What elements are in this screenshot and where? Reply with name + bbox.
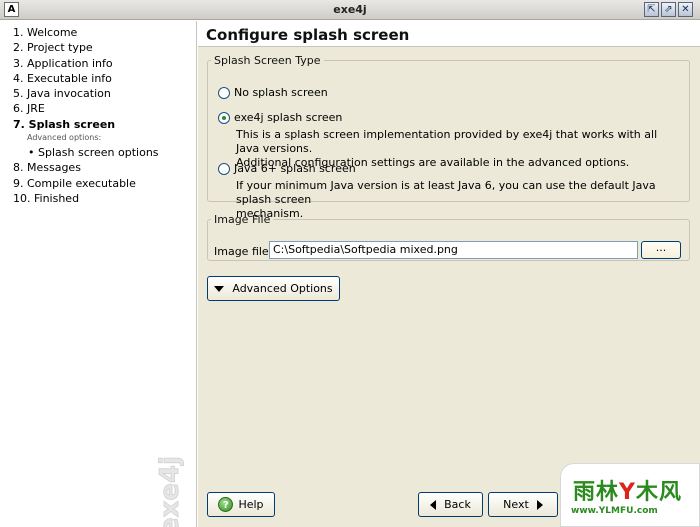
radio-exe4j-splash[interactable] <box>218 111 230 124</box>
step-messages: 8. Messages <box>13 161 81 175</box>
advanced-options-caption: Advanced options: <box>27 133 102 143</box>
site-watermark-logo: 雨林Y木风 www.YLMFU.com <box>560 463 700 527</box>
step-splash-screen-options[interactable]: • Splash screen options <box>0 145 196 160</box>
wizard-steps-sidebar: 1. Welcome 2. Project type 3. Applicatio… <box>0 21 197 527</box>
help-button[interactable]: ? Help <box>207 492 275 517</box>
image-file-input[interactable]: C:\Softpedia\Softpedia mixed.png <box>269 241 638 259</box>
exe4j-splash-option[interactable]: exe4j splash screen <box>218 111 342 124</box>
page-header: Configure splash screen <box>198 21 700 47</box>
java6-desc-line1: If your minimum Java version is at least… <box>236 179 656 206</box>
radio-no-splash[interactable] <box>218 86 230 99</box>
back-label: Back <box>444 498 471 511</box>
step-executable-info: 4. Executable info <box>13 71 112 85</box>
site-logo-text: 雨林Y木风 <box>573 474 682 506</box>
no-splash-label: No splash screen <box>234 86 328 99</box>
step-application-info: 3. Application info <box>13 56 113 70</box>
step-java-invocation: 5. Java invocation <box>13 87 111 101</box>
exe4j-splash-label: exe4j splash screen <box>234 111 343 124</box>
java6-splash-label: Java 6+ splash screen <box>234 162 356 175</box>
next-label: Next <box>503 498 529 511</box>
close-icon[interactable]: ✕ <box>678 2 693 17</box>
next-button[interactable]: Next <box>488 492 558 517</box>
site-logo-part1: 雨林 <box>573 480 620 505</box>
advanced-options-label: Advanced Options <box>232 282 333 295</box>
step-welcome: 1. Welcome <box>13 26 78 39</box>
svg-text:exe4j: exe4j <box>155 456 185 527</box>
back-button[interactable]: Back <box>418 492 483 517</box>
no-splash-option[interactable]: No splash screen <box>218 86 328 99</box>
step-splash-screen: 7. Splash screen <box>13 117 116 131</box>
site-logo-url: www.YLMFU.com <box>571 506 658 516</box>
step-jre: 6. JRE <box>13 102 45 116</box>
site-logo-part2: 木风 <box>635 480 682 505</box>
splash-type-group: Splash Screen Type No splash screen exe4… <box>207 54 690 220</box>
step-project-type: 2. Project type <box>13 41 93 55</box>
exe4j-watermark-logo: exe4j <box>155 456 186 527</box>
help-icon: ? <box>218 497 234 512</box>
help-label: Help <box>238 498 264 511</box>
step-compile-executable: 9. Compile executable <box>13 176 136 190</box>
image-file-group: Image File Image file: C:\Softpedia\Soft… <box>207 213 690 261</box>
arrow-right-icon <box>536 499 543 510</box>
main-panel: Configure splash screen Splash Screen Ty… <box>198 21 700 527</box>
triangle-down-icon <box>214 285 225 292</box>
exe4j-desc-line1: This is a splash screen implementation p… <box>236 128 658 155</box>
image-file-label: Image file: <box>214 245 273 258</box>
java6-splash-option[interactable]: Java 6+ splash screen <box>218 162 356 175</box>
image-file-legend: Image File <box>214 213 271 226</box>
minimize-icon[interactable]: ⇱ <box>644 2 659 17</box>
title-bar: A exe4j ⇱ ⇗ ✕ <box>0 0 700 20</box>
page-title: Configure splash screen <box>206 26 410 44</box>
step-splash-screen-options-label: Splash screen options <box>38 146 159 160</box>
browse-button[interactable]: ... <box>641 241 681 259</box>
radio-java6-splash[interactable] <box>218 162 230 175</box>
advanced-options-button[interactable]: Advanced Options <box>207 276 340 301</box>
maximize-icon[interactable]: ⇗ <box>661 2 676 17</box>
arrow-left-icon <box>430 499 437 510</box>
splash-type-legend: Splash Screen Type <box>214 54 321 67</box>
tree-icon: Y <box>619 480 636 505</box>
step-finished: 10. Finished <box>13 191 80 205</box>
bullet-icon: • <box>28 146 35 160</box>
window-title: exe4j <box>333 3 367 16</box>
